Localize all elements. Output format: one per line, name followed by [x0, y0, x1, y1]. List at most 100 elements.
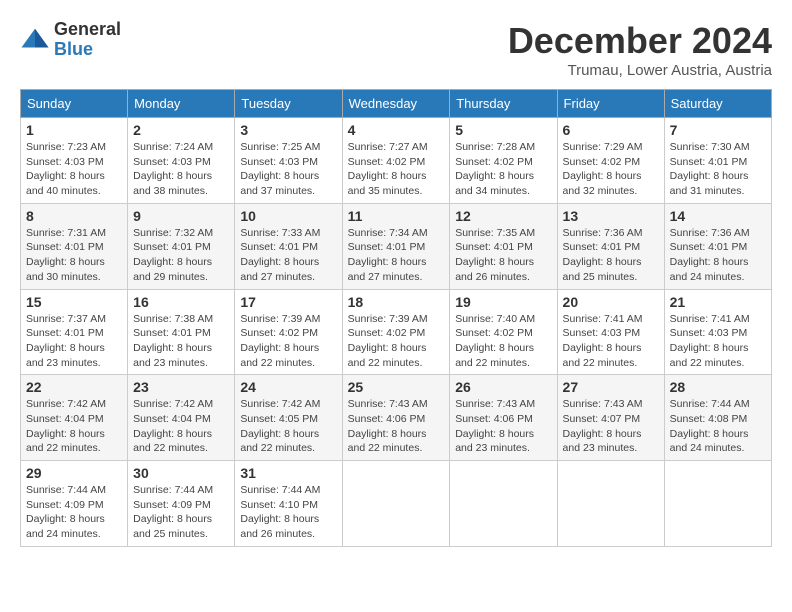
calendar-header-wednesday: Wednesday — [342, 90, 450, 118]
calendar-cell — [342, 461, 450, 547]
calendar-cell: 10Sunrise: 7:33 AMSunset: 4:01 PMDayligh… — [235, 203, 342, 289]
day-info: Sunrise: 7:44 AMSunset: 4:10 PMDaylight:… — [240, 483, 336, 542]
day-info: Sunrise: 7:41 AMSunset: 4:03 PMDaylight:… — [563, 312, 659, 371]
day-number: 28 — [670, 379, 766, 395]
location-title: Trumau, Lower Austria, Austria — [508, 62, 772, 79]
day-number: 26 — [455, 379, 551, 395]
calendar-week-1: 1 Sunrise: 7:23 AMSunset: 4:03 PMDaylight… — [21, 118, 772, 204]
day-number: 19 — [455, 294, 551, 310]
page-header: General Blue December 2024 Trumau, Lower… — [20, 20, 772, 79]
day-info: Sunrise: 7:42 AMSunset: 4:04 PMDaylight:… — [26, 397, 122, 456]
day-number: 18 — [348, 294, 445, 310]
day-info: Sunrise: 7:44 AMSunset: 4:08 PMDaylight:… — [670, 397, 766, 456]
day-info: Sunrise: 7:28 AMSunset: 4:02 PMDaylight:… — [455, 140, 551, 199]
calendar-cell: 16 Sunrise: 7:38 AMSunset: 4:01 PMDayligh… — [128, 289, 235, 375]
day-info: Sunrise: 7:25 AMSunset: 4:03 PMDaylight:… — [240, 140, 336, 199]
day-info: Sunrise: 7:31 AMSunset: 4:01 PMDaylight:… — [26, 226, 122, 285]
calendar-cell: 25Sunrise: 7:43 AMSunset: 4:06 PMDayligh… — [342, 375, 450, 461]
calendar-cell: 26 Sunrise: 7:43 AMSunset: 4:06 PMDayligh… — [450, 375, 557, 461]
day-number: 16 — [133, 294, 229, 310]
day-info: Sunrise: 7:42 AMSunset: 4:04 PMDaylight:… — [133, 397, 229, 456]
day-info: Sunrise: 7:40 AMSunset: 4:02 PMDaylight:… — [455, 312, 551, 371]
day-number: 22 — [26, 379, 122, 395]
calendar-cell: 13 Sunrise: 7:36 AMSunset: 4:01 PMDayligh… — [557, 203, 664, 289]
calendar-cell: 30 Sunrise: 7:44 AMSunset: 4:09 PMDayligh… — [128, 461, 235, 547]
day-number: 2 — [133, 122, 229, 138]
day-info: Sunrise: 7:32 AMSunset: 4:01 PMDaylight:… — [133, 226, 229, 285]
day-info: Sunrise: 7:34 AMSunset: 4:01 PMDaylight:… — [348, 226, 445, 285]
day-number: 30 — [133, 465, 229, 481]
calendar-week-3: 15Sunrise: 7:37 AMSunset: 4:01 PMDayligh… — [21, 289, 772, 375]
logo-icon — [20, 25, 50, 55]
calendar-cell: 28 Sunrise: 7:44 AMSunset: 4:08 PMDayligh… — [664, 375, 771, 461]
day-info: Sunrise: 7:42 AMSunset: 4:05 PMDaylight:… — [240, 397, 336, 456]
calendar-cell: 12Sunrise: 7:35 AMSunset: 4:01 PMDayligh… — [450, 203, 557, 289]
day-info: Sunrise: 7:30 AMSunset: 4:01 PMDaylight:… — [670, 140, 766, 199]
day-info: Sunrise: 7:38 AMSunset: 4:01 PMDaylight:… — [133, 312, 229, 371]
day-number: 11 — [348, 208, 445, 224]
day-number: 1 — [26, 122, 122, 138]
calendar-cell: 14Sunrise: 7:36 AMSunset: 4:01 PMDayligh… — [664, 203, 771, 289]
calendar-cell: 24Sunrise: 7:42 AMSunset: 4:05 PMDayligh… — [235, 375, 342, 461]
calendar-cell — [450, 461, 557, 547]
day-info: Sunrise: 7:23 AMSunset: 4:03 PMDaylight:… — [26, 140, 122, 199]
calendar-cell: 23 Sunrise: 7:42 AMSunset: 4:04 PMDayligh… — [128, 375, 235, 461]
day-info: Sunrise: 7:44 AMSunset: 4:09 PMDaylight:… — [26, 483, 122, 542]
calendar-cell: 2 Sunrise: 7:24 AMSunset: 4:03 PMDaylight… — [128, 118, 235, 204]
calendar-table: SundayMondayTuesdayWednesdayThursdayFrid… — [20, 89, 772, 547]
month-title: December 2024 — [508, 20, 772, 62]
day-number: 10 — [240, 208, 336, 224]
day-info: Sunrise: 7:39 AMSunset: 4:02 PMDaylight:… — [240, 312, 336, 371]
day-number: 31 — [240, 465, 336, 481]
calendar-cell: 19 Sunrise: 7:40 AMSunset: 4:02 PMDayligh… — [450, 289, 557, 375]
calendar-cell: 7 Sunrise: 7:30 AMSunset: 4:01 PMDaylight… — [664, 118, 771, 204]
calendar-cell: 15Sunrise: 7:37 AMSunset: 4:01 PMDayligh… — [21, 289, 128, 375]
calendar-header-row: SundayMondayTuesdayWednesdayThursdayFrid… — [21, 90, 772, 118]
calendar-cell: 8Sunrise: 7:31 AMSunset: 4:01 PMDaylight… — [21, 203, 128, 289]
day-info: Sunrise: 7:36 AMSunset: 4:01 PMDaylight:… — [670, 226, 766, 285]
calendar-cell: 17 Sunrise: 7:39 AMSunset: 4:02 PMDayligh… — [235, 289, 342, 375]
day-number: 21 — [670, 294, 766, 310]
calendar-header-friday: Friday — [557, 90, 664, 118]
day-number: 9 — [133, 208, 229, 224]
calendar-cell: 27Sunrise: 7:43 AMSunset: 4:07 PMDayligh… — [557, 375, 664, 461]
day-info: Sunrise: 7:43 AMSunset: 4:06 PMDaylight:… — [348, 397, 445, 456]
calendar-cell: 22 Sunrise: 7:42 AMSunset: 4:04 PMDayligh… — [21, 375, 128, 461]
calendar-cell: 6Sunrise: 7:29 AMSunset: 4:02 PMDaylight… — [557, 118, 664, 204]
day-number: 20 — [563, 294, 659, 310]
day-info: Sunrise: 7:44 AMSunset: 4:09 PMDaylight:… — [133, 483, 229, 542]
calendar-cell: 31 Sunrise: 7:44 AMSunset: 4:10 PMDayligh… — [235, 461, 342, 547]
calendar-cell — [557, 461, 664, 547]
calendar-cell: 18 Sunrise: 7:39 AMSunset: 4:02 PMDayligh… — [342, 289, 450, 375]
day-info: Sunrise: 7:36 AMSunset: 4:01 PMDaylight:… — [563, 226, 659, 285]
calendar-cell: 20 Sunrise: 7:41 AMSunset: 4:03 PMDayligh… — [557, 289, 664, 375]
day-info: Sunrise: 7:43 AMSunset: 4:07 PMDaylight:… — [563, 397, 659, 456]
day-number: 23 — [133, 379, 229, 395]
calendar-header-tuesday: Tuesday — [235, 90, 342, 118]
calendar-week-5: 29Sunrise: 7:44 AMSunset: 4:09 PMDayligh… — [21, 461, 772, 547]
day-number: 17 — [240, 294, 336, 310]
calendar-header-thursday: Thursday — [450, 90, 557, 118]
day-info: Sunrise: 7:24 AMSunset: 4:03 PMDaylight:… — [133, 140, 229, 199]
day-info: Sunrise: 7:37 AMSunset: 4:01 PMDaylight:… — [26, 312, 122, 371]
calendar-header-sunday: Sunday — [21, 90, 128, 118]
calendar-cell: 21 Sunrise: 7:41 AMSunset: 4:03 PMDayligh… — [664, 289, 771, 375]
calendar-week-2: 8Sunrise: 7:31 AMSunset: 4:01 PMDaylight… — [21, 203, 772, 289]
calendar-cell: 5Sunrise: 7:28 AMSunset: 4:02 PMDaylight… — [450, 118, 557, 204]
day-number: 7 — [670, 122, 766, 138]
calendar-body: 1 Sunrise: 7:23 AMSunset: 4:03 PMDaylight… — [21, 118, 772, 547]
day-info: Sunrise: 7:43 AMSunset: 4:06 PMDaylight:… — [455, 397, 551, 456]
calendar-cell: 9 Sunrise: 7:32 AMSunset: 4:01 PMDaylight… — [128, 203, 235, 289]
calendar-cell: 29Sunrise: 7:44 AMSunset: 4:09 PMDayligh… — [21, 461, 128, 547]
calendar-cell: 11 Sunrise: 7:34 AMSunset: 4:01 PMDayligh… — [342, 203, 450, 289]
logo-general: General — [54, 20, 121, 40]
day-number: 4 — [348, 122, 445, 138]
day-info: Sunrise: 7:41 AMSunset: 4:03 PMDaylight:… — [670, 312, 766, 371]
day-info: Sunrise: 7:27 AMSunset: 4:02 PMDaylight:… — [348, 140, 445, 199]
calendar-header-monday: Monday — [128, 90, 235, 118]
day-number: 3 — [240, 122, 336, 138]
logo-text: General Blue — [54, 20, 121, 60]
title-block: December 2024 Trumau, Lower Austria, Aus… — [508, 20, 772, 79]
day-number: 13 — [563, 208, 659, 224]
day-info: Sunrise: 7:39 AMSunset: 4:02 PMDaylight:… — [348, 312, 445, 371]
